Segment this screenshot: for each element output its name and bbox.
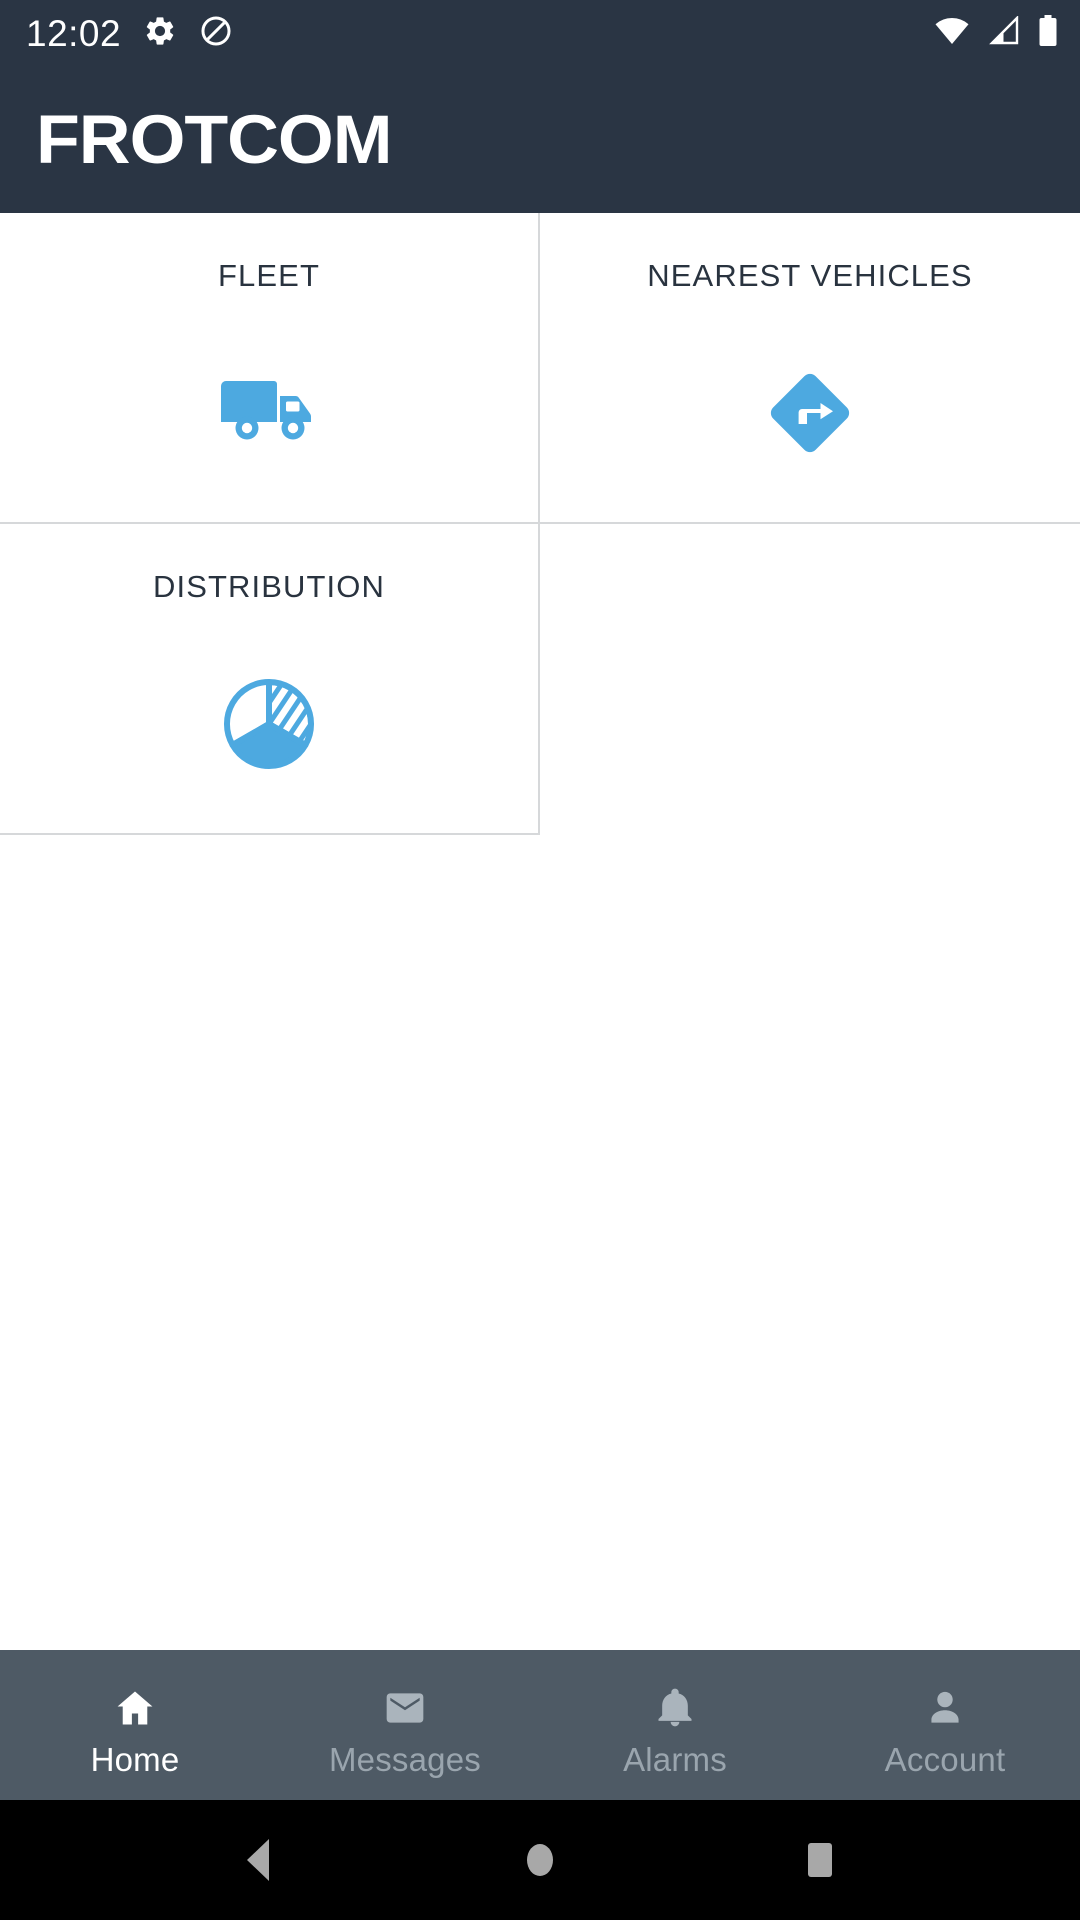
battery-icon xyxy=(1038,14,1058,52)
recents-square-icon[interactable] xyxy=(790,1830,850,1890)
nav-item-messages[interactable]: Messages xyxy=(270,1650,540,1800)
do-not-disturb-icon xyxy=(199,14,233,53)
status-bar-left: 12:02 xyxy=(26,14,233,53)
back-triangle-icon[interactable] xyxy=(230,1830,290,1890)
tile-nearest-vehicles[interactable]: NEAREST VEHICLES xyxy=(540,213,1080,524)
dashboard-tile-grid: FLEET NEAREST VEHICLES DISTRIBUTION xyxy=(0,213,1080,835)
tile-distribution[interactable]: DISTRIBUTION xyxy=(0,524,540,835)
status-bar: 12:02 xyxy=(0,0,1080,66)
app-screen: 12:02 FROTCOM FLEET NEAREST VEHICLES DIS… xyxy=(0,0,1080,1920)
main-content: FLEET NEAREST VEHICLES DISTRIBUTION xyxy=(0,213,1080,1650)
home-icon xyxy=(107,1683,163,1733)
tile-fleet-label: FLEET xyxy=(218,258,320,293)
truck-icon xyxy=(209,363,329,463)
nav-item-home-label: Home xyxy=(90,1740,180,1778)
nav-item-alarms-label: Alarms xyxy=(623,1740,727,1778)
person-icon xyxy=(917,1683,973,1733)
pie-distribution-icon xyxy=(209,674,329,774)
envelope-icon xyxy=(377,1683,433,1733)
nav-item-account-label: Account xyxy=(884,1740,1006,1778)
status-bar-right xyxy=(934,14,1058,52)
nav-item-alarms[interactable]: Alarms xyxy=(540,1650,810,1800)
app-bar: FROTCOM xyxy=(0,66,1080,213)
wifi-icon xyxy=(934,16,970,51)
bottom-navigation-bar: Home Messages Alarms Account xyxy=(0,1650,1080,1800)
home-circle-icon[interactable] xyxy=(510,1830,570,1890)
tile-empty-slot xyxy=(540,524,1080,835)
tile-nearest-vehicles-label: NEAREST VEHICLES xyxy=(647,258,973,293)
status-clock: 12:02 xyxy=(26,12,122,54)
turn-right-diamond-icon xyxy=(750,363,870,463)
tile-distribution-label: DISTRIBUTION xyxy=(153,569,385,604)
gear-icon xyxy=(143,14,177,53)
app-brand-title: FROTCOM xyxy=(36,101,392,178)
nav-item-home[interactable]: Home xyxy=(0,1650,270,1800)
cell-signal-icon xyxy=(988,14,1020,51)
tile-fleet[interactable]: FLEET xyxy=(0,213,540,524)
android-system-navigation xyxy=(0,1800,1080,1920)
nav-item-messages-label: Messages xyxy=(328,1740,481,1778)
nav-item-account[interactable]: Account xyxy=(810,1650,1080,1800)
bell-icon xyxy=(647,1683,703,1733)
